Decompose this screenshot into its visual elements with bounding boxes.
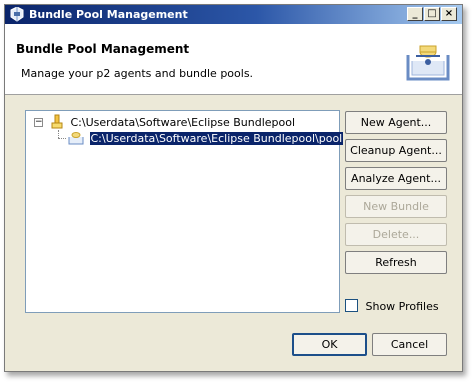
cleanup-agent-button[interactable]: Cleanup Agent... bbox=[345, 139, 447, 162]
minimize-icon[interactable]: _ bbox=[407, 7, 423, 21]
show-profiles-option[interactable]: Show Profiles bbox=[345, 299, 439, 313]
close-icon[interactable]: × bbox=[441, 7, 457, 21]
window-title: Bundle Pool Management bbox=[29, 8, 188, 21]
collapse-toggle-icon[interactable]: − bbox=[34, 118, 43, 127]
cancel-button[interactable]: Cancel bbox=[372, 333, 447, 356]
agent-tree[interactable]: − C:\Userdata\Software\Eclipse Bundlepoo… bbox=[25, 110, 344, 313]
ok-button[interactable]: OK bbox=[292, 333, 367, 356]
maximize-icon[interactable]: □ bbox=[424, 7, 440, 21]
tree-item-agent[interactable]: C:\Userdata\Software\Eclipse Bundlepool bbox=[50, 114, 295, 130]
new-bundle-pool-button[interactable]: New Bundle Pool... bbox=[345, 195, 447, 234]
show-profiles-label: Show Profiles bbox=[365, 300, 439, 313]
delete-button[interactable]: Delete... bbox=[345, 223, 447, 246]
banner-title: Bundle Pool Management bbox=[16, 42, 190, 56]
show-profiles-checkbox[interactable] bbox=[345, 299, 358, 312]
app-icon bbox=[9, 6, 25, 22]
banner-message: Manage your p2 agents and bundle pools. bbox=[21, 67, 254, 80]
tree-connector bbox=[58, 130, 60, 138]
tree-item-bundle-pool[interactable]: C:\Userdata\Software\Eclipse Bundlepool\… bbox=[68, 131, 344, 147]
tree-item-label-selected: C:\Userdata\Software\Eclipse Bundlepool\… bbox=[89, 132, 344, 145]
new-agent-button[interactable]: New Agent... bbox=[345, 111, 447, 134]
bundle-pool-wizard-icon bbox=[404, 35, 454, 85]
header-banner: Bundle Pool Management Manage your p2 ag… bbox=[5, 24, 462, 95]
analyze-agent-button[interactable]: Analyze Agent... bbox=[345, 167, 447, 190]
dialog-window: Bundle Pool Management _ □ × Bundle Pool… bbox=[4, 4, 463, 372]
agent-icon bbox=[51, 114, 63, 129]
tree-connector bbox=[58, 138, 66, 140]
bundle-pool-icon bbox=[68, 132, 84, 145]
tree-item-label: C:\Userdata\Software\Eclipse Bundlepool bbox=[70, 116, 296, 129]
title-bar[interactable]: Bundle Pool Management _ □ × bbox=[5, 5, 462, 24]
refresh-button[interactable]: Refresh bbox=[345, 251, 447, 274]
